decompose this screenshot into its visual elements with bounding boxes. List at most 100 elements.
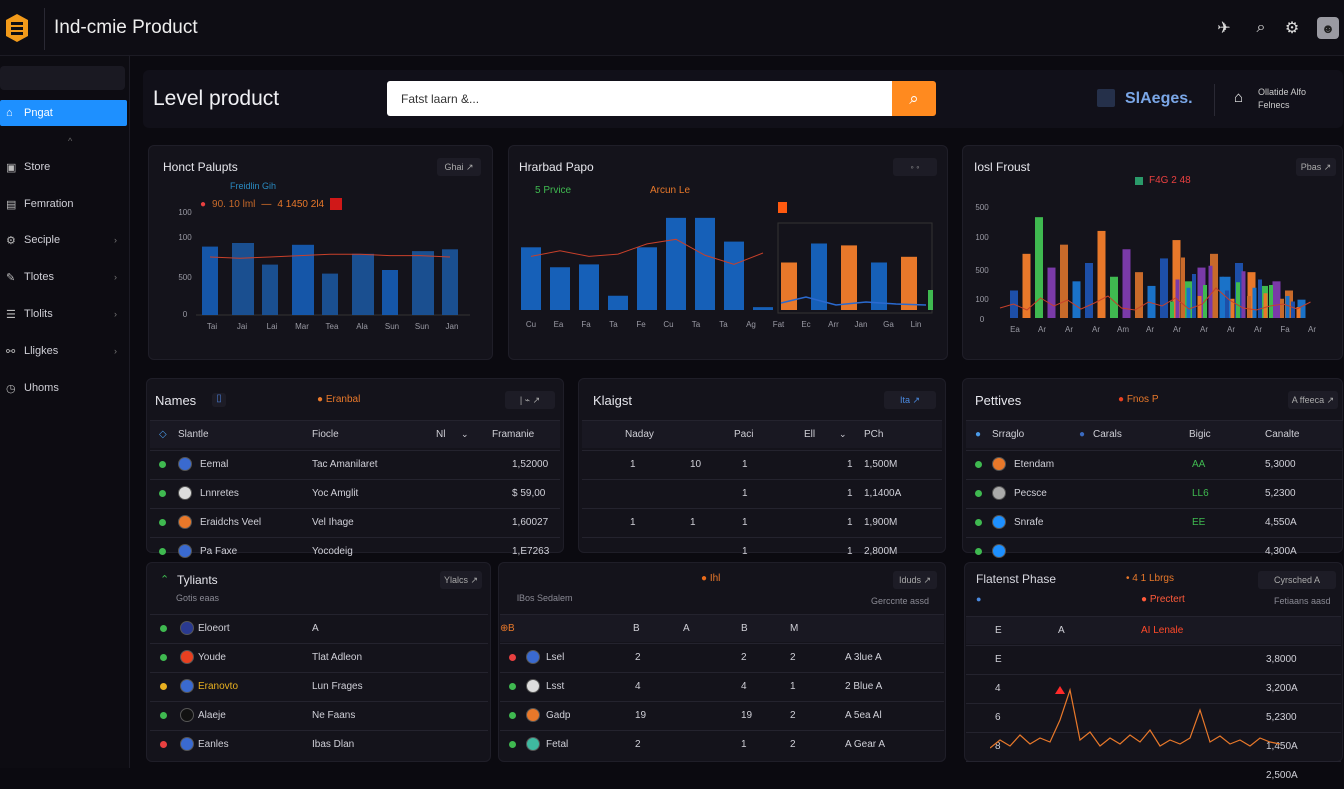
table-row[interactable]: Fetal 2 1 2 A Gear A (500, 730, 944, 758)
table-row[interactable]: 2,500A (966, 761, 1341, 789)
list-item[interactable]: Alaeje Ne Faans (150, 701, 488, 729)
sidebar-search[interactable] (0, 66, 125, 90)
column-header[interactable]: B (508, 623, 515, 634)
filter-icon[interactable]: ● (1079, 429, 1085, 440)
table-row[interactable]: Eraidchs Veel Vel Ihage 1,60027 (150, 508, 560, 536)
chart-bar (521, 247, 541, 310)
sort-icon[interactable]: ⌄ (461, 429, 469, 440)
chart-bar (1280, 298, 1284, 318)
list-item[interactable]: Eloeort A (150, 614, 488, 642)
user-info[interactable]: Ollatide Alfo Felnecs (1258, 86, 1306, 112)
sidebar-item-store[interactable]: ▣ Store (0, 154, 127, 180)
search-button[interactable]: ⌕ (892, 81, 936, 116)
table-row[interactable]: Eemal Tac Amanilaret 1,52000 (150, 450, 560, 478)
column-header[interactable]: E (995, 625, 1002, 636)
sidebar-item-tlolits[interactable]: ☰ Tlolits › (0, 301, 127, 327)
row-tag: AA (1192, 459, 1206, 470)
column-header[interactable]: Slantle (178, 429, 209, 440)
column-header[interactable]: Nl (436, 429, 445, 440)
column-header[interactable]: Naday (625, 429, 654, 440)
avatar (526, 679, 540, 693)
table-row[interactable]: 4,300A (966, 537, 1343, 565)
column-header[interactable]: Ell (804, 429, 815, 440)
row-name: Lsel (546, 652, 565, 663)
column-header[interactable]: A (683, 623, 690, 634)
panel-filter[interactable]: Gerccnte assd (871, 596, 929, 606)
column-header[interactable]: A (1058, 625, 1065, 636)
info-icon[interactable]: ▯ (212, 393, 226, 407)
table-row[interactable]: Snrafe EE 4,550A (966, 508, 1343, 536)
table-row[interactable]: 1 10 1 1 1,500M (582, 450, 942, 478)
column-header[interactable]: Carals (1093, 429, 1122, 440)
x-tick-label: Ar (1254, 325, 1262, 334)
chart-title: Iosl Froust (974, 160, 1031, 174)
chart-options-button[interactable]: ◦ ◦ (893, 158, 937, 176)
chart-bar (1097, 230, 1106, 318)
row-name: Lnnretes (200, 488, 239, 499)
panel-action-button[interactable]: Ylalcs ↗ (440, 571, 482, 589)
table-action-button[interactable]: | ⌁ ↗ (505, 391, 555, 409)
column-header[interactable]: B (633, 623, 640, 634)
sidebar-item-pngat[interactable]: ⌂ Pngat (0, 100, 127, 126)
home-icon[interactable]: ⌂ (1234, 89, 1243, 106)
gear-icon: ⚙ (6, 234, 16, 247)
chart-bar (1274, 290, 1279, 318)
table-row[interactable]: 1 1 1 1 1,900M (582, 508, 942, 536)
table-row[interactable]: Etendam AA 5,3000 (966, 450, 1343, 478)
row-name: Gadp (546, 710, 571, 721)
table-row[interactable]: Pa Faxe Yocodeig 1,E7263 (150, 537, 560, 565)
column-header[interactable]: PCh (864, 429, 883, 440)
chevron-right-icon: › (114, 272, 117, 282)
chart-bar (1252, 287, 1257, 318)
search-icon[interactable]: ⌕ (1250, 17, 1272, 39)
status-label: Prectert (1149, 594, 1185, 605)
table-row[interactable]: 1 1 2,800M (582, 537, 942, 565)
sidebar-item-seciple[interactable]: ⚙ Seciple › (0, 227, 127, 253)
send-icon[interactable]: ✈ (1213, 17, 1235, 39)
chart-bar (695, 217, 715, 310)
column-header[interactable]: Srraglo (992, 429, 1024, 440)
column-header[interactable]: AI Lenale (1141, 625, 1183, 636)
table-row[interactable]: Pecsce LL6 5,2300 (966, 479, 1343, 507)
table-action-button[interactable]: A ffeeca ↗ (1288, 391, 1338, 409)
table-row[interactable]: Gadp 19 19 2 A 5ea Al (500, 701, 944, 729)
column-header[interactable]: Fiocle (312, 429, 339, 440)
settings-icon[interactable]: ⚙ (1281, 17, 1303, 39)
panel-action-button[interactable]: Iduds ↗ (893, 571, 937, 589)
chart-expand-button[interactable]: Ghai ↗ (437, 158, 481, 176)
panel-filter[interactable]: Fetiaans aasd (1274, 596, 1331, 606)
sidebar-item-femration[interactable]: ▤ Femration (0, 191, 127, 217)
row-description: Yocodeig (312, 546, 353, 557)
column-header[interactable]: B (741, 623, 748, 634)
table-row[interactable]: E 3,8000 (966, 645, 1341, 673)
select-all-icon[interactable]: ◇ (159, 429, 167, 440)
profile-button[interactable]: ☻ (1317, 17, 1339, 39)
sidebar-item-tlotes[interactable]: ✎ Tlotes › (0, 264, 127, 290)
list-item[interactable]: Youde Tlat Adleon (150, 643, 488, 671)
column-header[interactable]: Paci (734, 429, 753, 440)
sidebar-item-label: Femration (24, 198, 74, 210)
column-header[interactable]: M (790, 623, 798, 634)
status-dot (509, 654, 516, 661)
column-header[interactable]: Framanie (492, 429, 534, 440)
panel-action-button[interactable]: Cyrsched A (1258, 571, 1336, 589)
list-item[interactable]: Eranovto Lun Frages (150, 672, 488, 700)
sort-icon[interactable]: ⌄ (839, 429, 847, 440)
search-input[interactable]: Fatst laarn &... (387, 81, 893, 116)
table-row[interactable]: Lnnretes Yoc Amglit $ 59,00 (150, 479, 560, 507)
chart-bar (352, 253, 374, 315)
select-all-icon[interactable]: ● (975, 429, 981, 440)
table-row[interactable]: 1 1 1,1400A (582, 479, 942, 507)
column-header[interactable]: Bigic (1189, 429, 1211, 440)
sidebar-item-uhoms[interactable]: ◷ Uhoms (0, 375, 127, 401)
status-dot (975, 461, 982, 468)
column-header[interactable]: Canalte (1265, 429, 1299, 440)
row-value: 1,E7263 (512, 546, 550, 557)
list-item[interactable]: Eanles Ibas Dlan (150, 730, 488, 758)
table-action-button[interactable]: Ita ↗ (884, 391, 936, 409)
sidebar-item-lligkes[interactable]: ⚯ Lligkes › (0, 338, 127, 364)
table-row[interactable]: Lsst 4 4 1 2 Blue A (500, 672, 944, 700)
chart-expand-button[interactable]: Pbas ↗ (1296, 158, 1336, 176)
x-tick-label: Tai (207, 322, 217, 331)
table-row[interactable]: Lsel 2 2 2 A 3lue A (500, 643, 944, 671)
